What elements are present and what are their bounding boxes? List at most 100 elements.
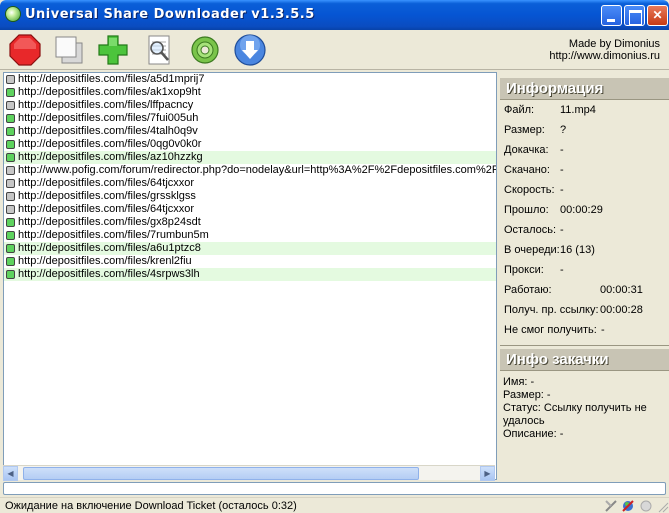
remaining-label: Осталось: (504, 224, 557, 236)
download-description: Описание: - (503, 428, 564, 440)
author-label: Made by Dimonius (568, 38, 660, 50)
stop-button[interactable] (8, 33, 42, 67)
status-square-icon (6, 192, 15, 201)
download-info-details: Имя: - Размер: - Статус: Ссылку получить… (503, 376, 666, 441)
file-label: Файл: (504, 104, 535, 116)
list-item-url: http://depositfiles.com/files/krenl2fiu (18, 255, 192, 267)
title-bar: Universal Share Downloader v1.3.5.5 ✕ (0, 0, 669, 30)
download-size: Размер: - (503, 389, 551, 401)
resume-label: Докачка: (504, 144, 549, 156)
list-item-url: http://depositfiles.com/files/ak1xop9ht (18, 86, 201, 98)
add-button[interactable] (96, 33, 130, 67)
working-label: Работаю: (504, 284, 552, 296)
list-item-url: http://depositfiles.com/files/gx8p24sdt (18, 216, 201, 228)
list-item-url: http://depositfiles.com/files/4talh0q9v (18, 125, 198, 137)
close-button[interactable]: ✕ (647, 5, 668, 26)
elapsed-label: Прошло: (504, 204, 549, 216)
file-value: 11.mp4 (560, 104, 596, 116)
minimize-button[interactable] (601, 5, 622, 26)
author-site[interactable]: http://www.dimonius.ru (549, 50, 660, 62)
gear-icon (191, 36, 219, 64)
scroll-thumb[interactable] (23, 467, 419, 480)
list-item[interactable]: http://depositfiles.com/files/krenl2fiu (4, 255, 496, 268)
network-status-icon[interactable] (621, 499, 635, 513)
status-square-icon (6, 257, 15, 266)
downloaded-label: Скачано: (504, 164, 550, 176)
list-item-url: http://depositfiles.com/files/7rumbun5m (18, 229, 209, 241)
list-item[interactable]: http://depositfiles.com/files/gx8p24sdt (4, 216, 496, 229)
queue-value: 16 (13) (560, 244, 595, 256)
proxy-label: Прокси: (504, 264, 544, 276)
working-value: 00:00:31 (600, 284, 643, 296)
status-bar: Ожидание на включение Download Ticket (о… (0, 497, 669, 513)
window-title: Universal Share Downloader v1.3.5.5 (25, 7, 315, 22)
list-item[interactable]: http://depositfiles.com/files/lffpacncy (4, 99, 496, 112)
status-square-icon (6, 179, 15, 188)
list-item[interactable]: http://depositfiles.com/files/64tjcxxor (4, 177, 496, 190)
status-square-icon (6, 140, 15, 149)
queue-label: В очереди: (504, 244, 560, 256)
list-item[interactable]: http://www.pofig.com/forum/redirector.ph… (4, 164, 496, 177)
download-name: Имя: - (503, 376, 535, 388)
app-icon (5, 6, 21, 22)
info-header: Информация (500, 78, 669, 100)
status-square-icon (6, 244, 15, 253)
search-document-button[interactable] (142, 33, 176, 67)
speed-value: - (560, 184, 564, 196)
tools-icon[interactable] (604, 499, 618, 513)
status-square-icon (6, 218, 15, 227)
list-item[interactable]: http://depositfiles.com/files/4srpws3lh (4, 268, 496, 281)
list-item[interactable]: http://depositfiles.com/files/0qg0v0k0r (4, 138, 496, 151)
copy-pages-icon (55, 36, 83, 64)
idle-indicator-icon (640, 500, 652, 512)
stop-octagon-icon (9, 34, 41, 66)
list-item[interactable]: http://depositfiles.com/files/7fui005uh (4, 112, 496, 125)
proxy-value: - (560, 264, 564, 276)
list-item[interactable]: http://depositfiles.com/files/7rumbun5m (4, 229, 496, 242)
getlink-value: 00:00:28 (600, 304, 643, 316)
failed-label: Не смог получить: (504, 324, 597, 336)
resize-grip-icon[interactable] (655, 499, 669, 513)
resume-value: - (560, 144, 564, 156)
list-item[interactable]: http://depositfiles.com/files/4talh0q9v (4, 125, 496, 138)
list-item[interactable]: http://depositfiles.com/files/64tjcxxor (4, 203, 496, 216)
list-item-url: http://depositfiles.com/files/4srpws3lh (18, 268, 200, 280)
scroll-left-arrow-icon[interactable]: ◀ (3, 466, 18, 481)
settings-button[interactable] (188, 33, 222, 67)
credits: Made by Dimonius http://www.dimonius.ru (549, 38, 660, 62)
download-list[interactable]: http://depositfiles.com/files/a5d1mprij7… (3, 72, 497, 480)
status-square-icon (6, 205, 15, 214)
panel-divider (500, 345, 669, 346)
list-item-url: http://depositfiles.com/files/lffpacncy (18, 99, 194, 111)
size-value: ? (560, 124, 567, 136)
status-text: Ожидание на включение Download Ticket (о… (5, 500, 297, 512)
maximize-button[interactable] (624, 5, 645, 26)
list-item[interactable]: http://depositfiles.com/files/a5d1mprij7 (4, 73, 496, 86)
list-item-url: http://depositfiles.com/files/64tjcxxor (18, 177, 195, 189)
list-item-url: http://depositfiles.com/files/grssklgss (18, 190, 196, 202)
elapsed-value: 00:00:29 (560, 204, 603, 216)
toolbar: Made by Dimonius http://www.dimonius.ru (0, 30, 669, 70)
scroll-right-arrow-icon[interactable]: ▶ (480, 466, 495, 481)
download-info-header: Инфо закачки (500, 349, 669, 371)
horizontal-scrollbar[interactable]: ◀ ▶ (3, 465, 495, 481)
list-item-url: http://depositfiles.com/files/0qg0v0k0r (18, 138, 202, 150)
status-square-icon (6, 101, 15, 110)
copy-button[interactable] (52, 33, 86, 67)
downloaded-value: - (560, 164, 564, 176)
list-item[interactable]: http://depositfiles.com/files/ak1xop9ht (4, 86, 496, 99)
list-item[interactable]: http://depositfiles.com/files/az10hzzkg (4, 151, 496, 164)
download-arrow-icon (234, 34, 266, 66)
download-button[interactable] (233, 33, 267, 67)
list-item[interactable]: http://depositfiles.com/files/grssklgss (4, 190, 496, 203)
list-item[interactable]: http://depositfiles.com/files/a6u1ptzc8 (4, 242, 496, 255)
download-status: Статус: Ссылку получить не удалось (503, 402, 647, 427)
failed-value: - (601, 324, 605, 336)
list-item-url: http://depositfiles.com/files/7fui005uh (18, 112, 199, 124)
status-square-icon (6, 88, 15, 97)
status-square-icon (6, 166, 15, 175)
status-square-icon (6, 153, 15, 162)
status-square-icon (6, 231, 15, 240)
remaining-value: - (560, 224, 564, 236)
list-item-url: http://www.pofig.com/forum/redirector.ph… (18, 164, 497, 176)
